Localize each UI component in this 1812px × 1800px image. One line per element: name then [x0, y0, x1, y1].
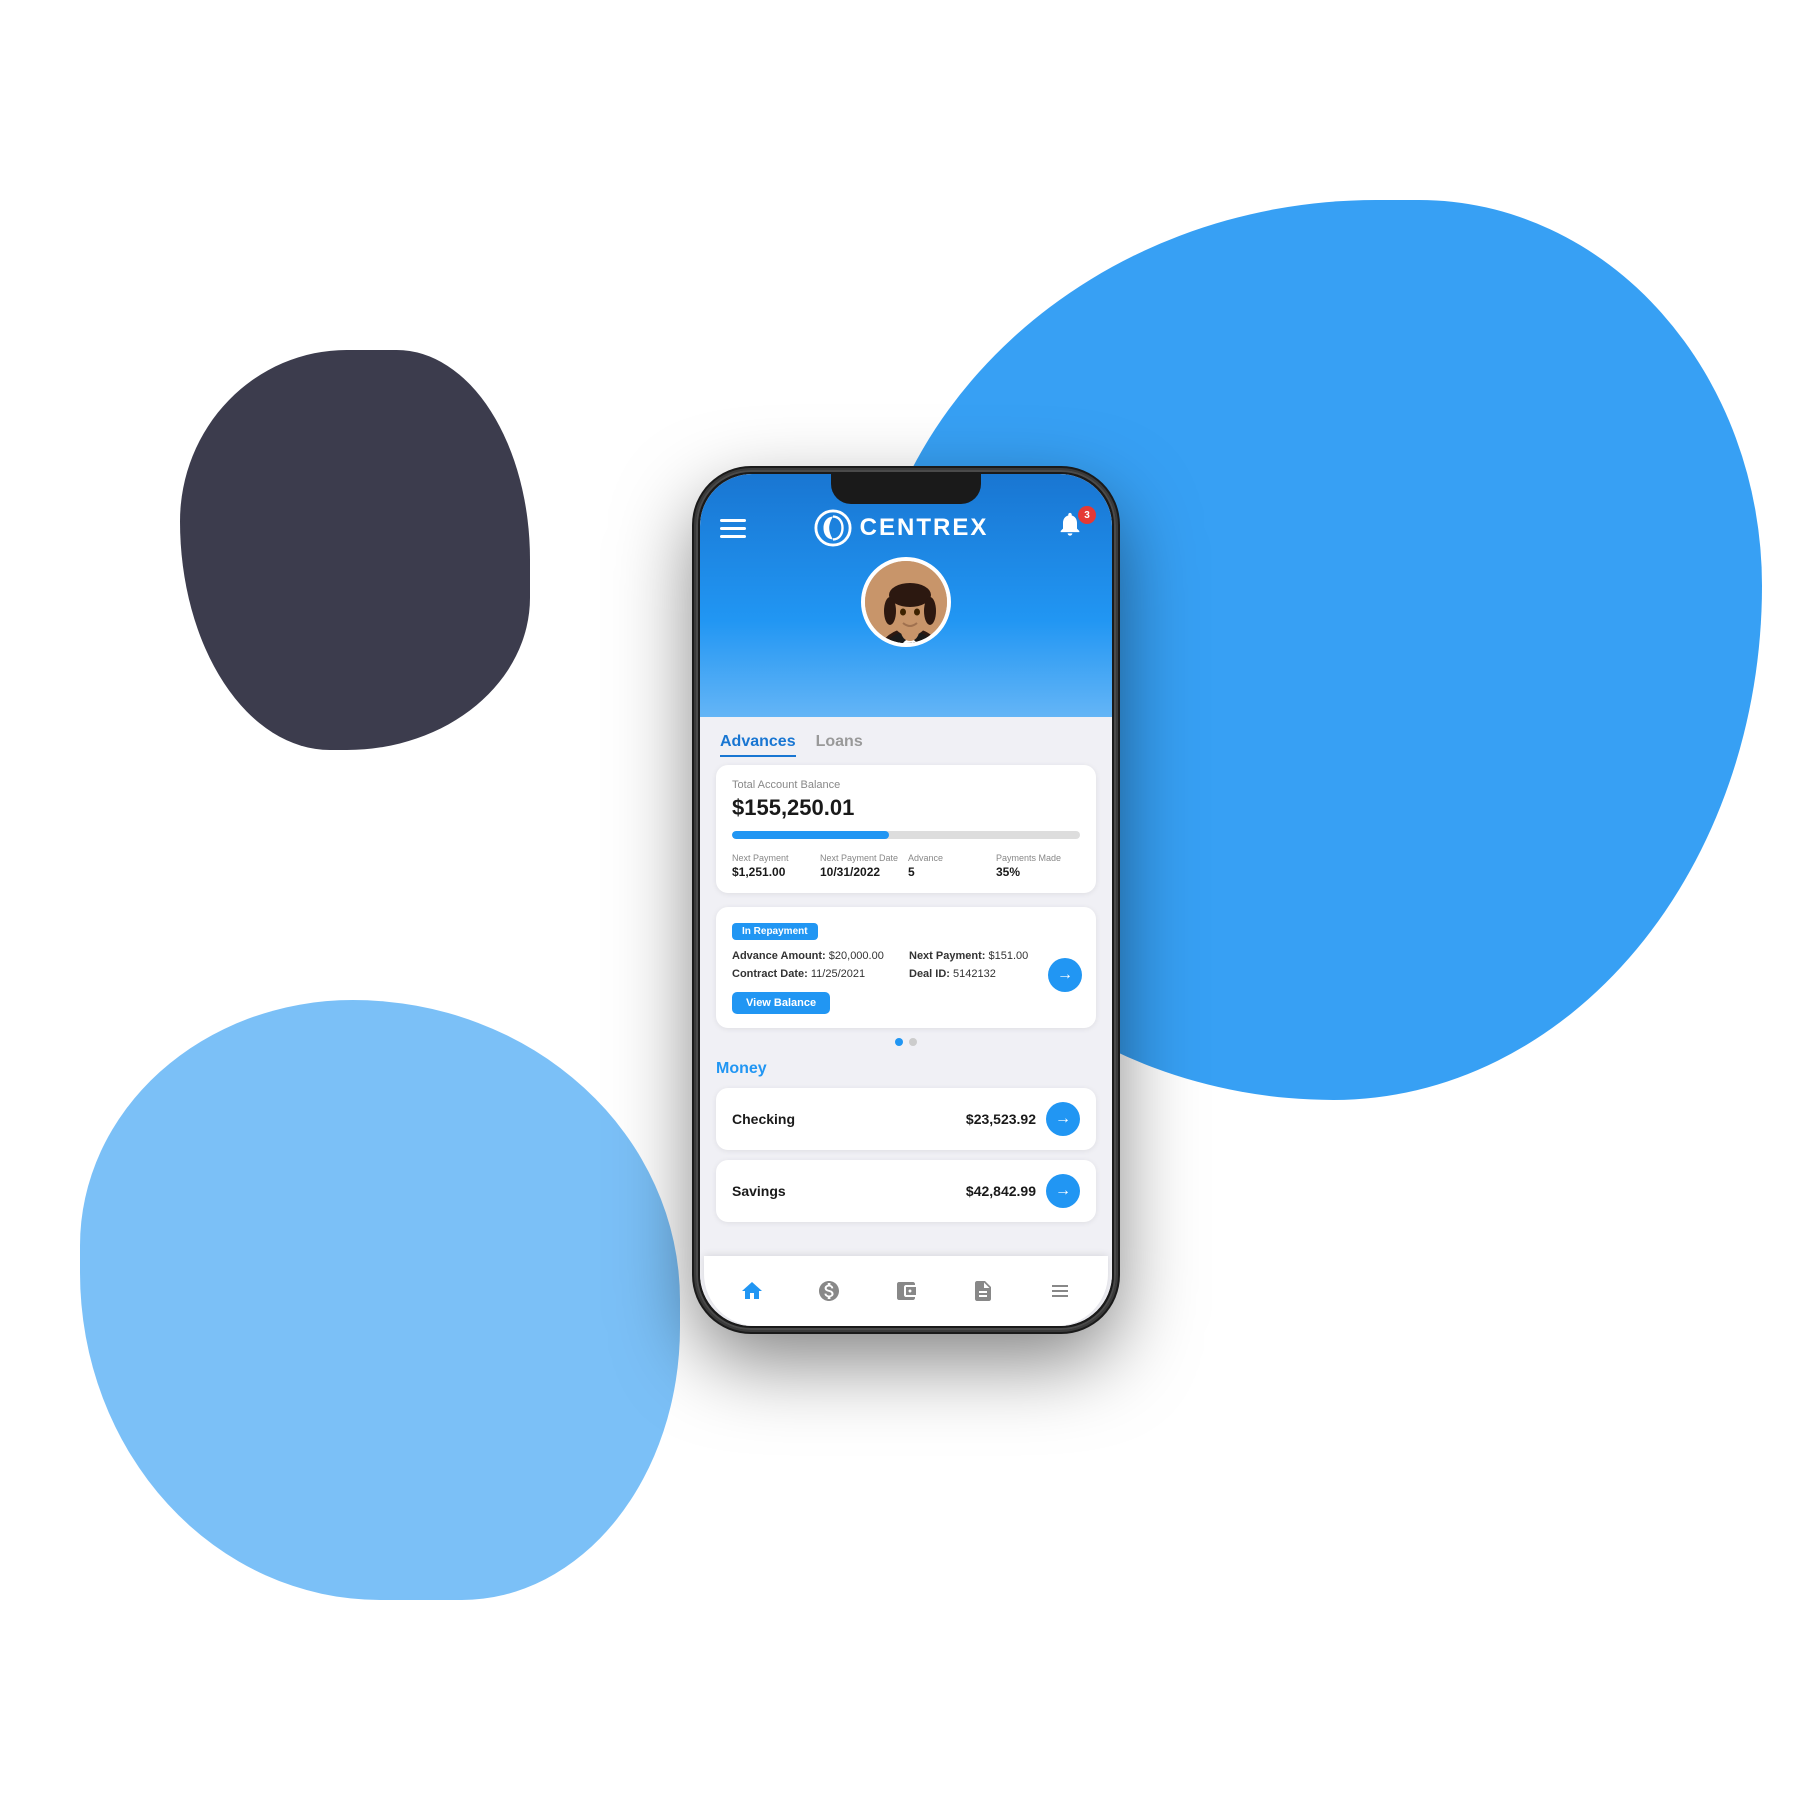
notification-button[interactable]: 3 — [1056, 510, 1092, 546]
notification-badge: 3 — [1078, 506, 1096, 524]
checking-amount: $23,523.92 — [966, 1111, 1036, 1127]
logo-text: CENTREX — [860, 514, 989, 542]
balance-card: Total Account Balance $155,250.01 Next P… — [716, 765, 1096, 893]
logo-icon — [814, 509, 852, 547]
balance-progress — [732, 831, 1080, 839]
checking-label: Checking — [732, 1111, 795, 1127]
dot-1[interactable] — [895, 1038, 903, 1046]
stat-next-payment: Next Payment $1,251.00 — [732, 853, 816, 879]
savings-amount: $42,842.99 — [966, 1183, 1036, 1199]
checking-arrow-button[interactable]: → — [1046, 1102, 1080, 1136]
deal-arrow-button[interactable]: → — [1048, 958, 1082, 992]
money-section-title: Money — [716, 1060, 1096, 1078]
dot-2[interactable] — [909, 1038, 917, 1046]
savings-label: Savings — [732, 1183, 786, 1199]
checking-card: Checking $23,523.92 → — [716, 1088, 1096, 1150]
phone-screen: CENTREX 3 — [700, 474, 1112, 1326]
avatar-container — [720, 557, 1092, 647]
avatar — [861, 557, 951, 647]
header-top: CENTREX 3 — [720, 509, 1092, 547]
deal-card: In Repayment Advance Amount: $20,000.00 … — [716, 907, 1096, 1028]
balance-stats: Next Payment $1,251.00 Next Payment Date… — [732, 853, 1080, 879]
nav-home[interactable] — [728, 1273, 776, 1309]
tab-advances[interactable]: Advances — [720, 733, 796, 757]
nav-checklist[interactable] — [1036, 1273, 1084, 1309]
app-header: CENTREX 3 — [700, 474, 1112, 717]
next-payment-item: Next Payment: $151.00 — [909, 950, 1080, 962]
document-icon — [971, 1279, 995, 1303]
balance-amount: $155,250.01 — [732, 795, 1080, 821]
nav-wallet[interactable] — [882, 1273, 930, 1309]
nav-pay[interactable] — [805, 1273, 853, 1309]
avatar-image — [865, 561, 951, 647]
savings-card: Savings $42,842.99 → — [716, 1160, 1096, 1222]
balance-label: Total Account Balance — [732, 779, 1080, 791]
view-balance-button[interactable]: View Balance — [732, 992, 830, 1014]
advance-amount-item: Advance Amount: $20,000.00 — [732, 950, 903, 962]
progress-fill — [732, 831, 889, 839]
blob-left-bottom — [80, 1000, 680, 1600]
stat-next-payment-date: Next Payment Date 10/31/2022 — [820, 853, 904, 879]
savings-arrow-button[interactable]: → — [1046, 1174, 1080, 1208]
nav-documents[interactable] — [959, 1273, 1007, 1309]
phone-mockup: CENTREX 3 — [696, 470, 1116, 1330]
wallet-icon — [894, 1279, 918, 1303]
stat-advance: Advance 5 — [908, 853, 992, 879]
tabs: Advances Loans — [716, 717, 1096, 765]
tab-loans[interactable]: Loans — [816, 733, 863, 757]
stat-payments-made: Payments Made 35% — [996, 853, 1080, 879]
carousel-dots — [716, 1038, 1096, 1046]
pay-icon — [817, 1279, 841, 1303]
bottom-nav — [704, 1256, 1108, 1326]
app-content: Advances Loans Total Account Balance $15… — [700, 717, 1112, 1326]
menu-button[interactable] — [720, 519, 746, 538]
blob-dark — [180, 350, 530, 750]
contract-date-item: Contract Date: 11/25/2021 — [732, 968, 903, 980]
checklist-icon — [1048, 1279, 1072, 1303]
logo: CENTREX — [814, 509, 989, 547]
phone-notch — [831, 474, 981, 504]
home-icon — [740, 1279, 764, 1303]
deal-info: Advance Amount: $20,000.00 Next Payment:… — [732, 950, 1080, 980]
repayment-badge: In Repayment — [732, 923, 818, 940]
phone-frame: CENTREX 3 — [696, 470, 1116, 1330]
